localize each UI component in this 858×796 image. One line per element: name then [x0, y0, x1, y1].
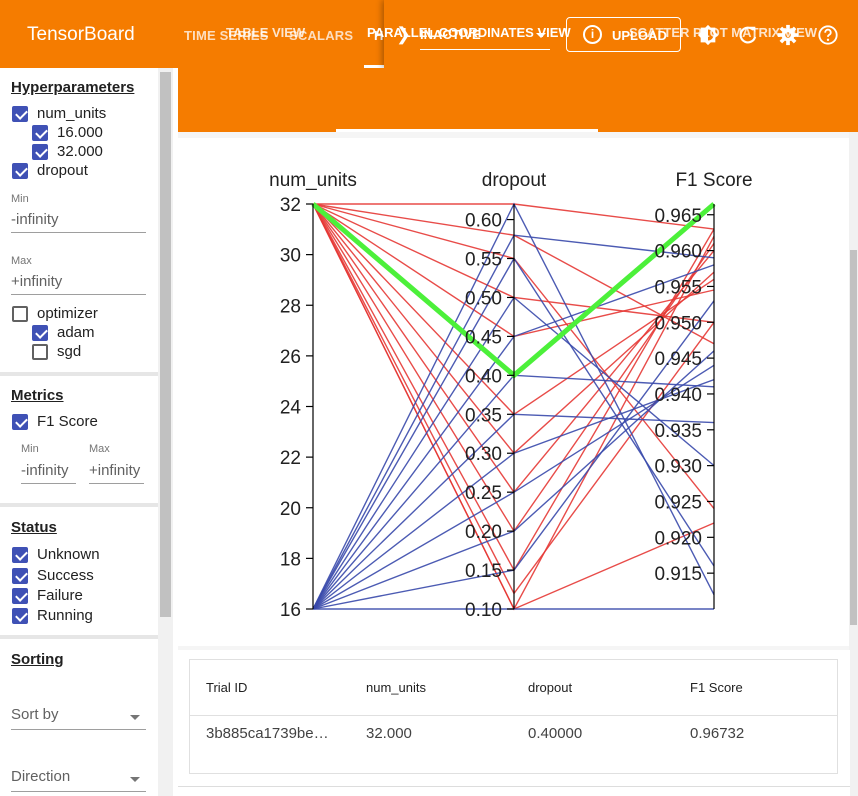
axis-tick-label: 16 [280, 600, 301, 621]
table-cell-dropout: 0.40000 [528, 725, 583, 742]
axis-tick-label: 0.10 [465, 600, 502, 621]
axis-tick-label: 0.60 [465, 211, 502, 232]
axis-tick-label: 0.915 [654, 564, 702, 585]
table-cell-f1-score: 0.96732 [690, 725, 745, 742]
axis-tick-label: 26 [280, 347, 301, 368]
axis-tick-label: 0.960 [654, 242, 702, 263]
axis-tick-label: 32 [280, 195, 301, 216]
table-header-trial-id: Trial ID [206, 680, 248, 695]
axis-tick-label: 0.40 [465, 366, 502, 387]
axis-tick-label: 0.930 [654, 457, 702, 478]
axis-tick-label: 0.45 [465, 327, 502, 348]
axis-tick-label: 22 [280, 448, 301, 469]
axis-tick-label: 0.15 [465, 561, 502, 582]
axis-tick-label: 0.30 [465, 444, 502, 465]
axis-tick-label: 0.965 [654, 206, 702, 227]
axis-title: F1 Score [675, 170, 752, 191]
next-card-edge [178, 786, 850, 796]
axis-tick-label: 0.945 [654, 349, 702, 370]
axis-tick-label: 0.920 [654, 528, 702, 549]
table-header-num-units: num_units [366, 680, 426, 695]
axis-tick-label: 0.25 [465, 483, 502, 504]
table-cell-trial-id[interactable]: 3b885ca1739be… [206, 725, 329, 742]
axis-title: dropout [482, 170, 547, 191]
axis-tick-label: 0.50 [465, 288, 502, 309]
axis-tick-label: 20 [280, 499, 301, 520]
axis-tick-label: 24 [280, 398, 302, 419]
axis-tick-label: 0.955 [654, 277, 702, 298]
axis-tick-label: 0.20 [465, 522, 502, 543]
axis-tick-label: 0.935 [654, 421, 702, 442]
table-cell-num-units: 32.000 [366, 725, 412, 742]
axis-tick-label: 0.925 [654, 492, 702, 513]
axis-tick-label: 0.950 [654, 313, 702, 334]
axis-tick-label: 0.940 [654, 385, 702, 406]
table-header-f1-score: F1 Score [690, 680, 743, 695]
selected-trial-table [189, 659, 838, 774]
axis-tick-label: 0.35 [465, 405, 502, 426]
axis-tick-label: 0.55 [465, 250, 502, 271]
axis-tick-label: 30 [280, 246, 301, 267]
table-row-divider [190, 715, 837, 716]
table-header-dropout: dropout [528, 680, 573, 695]
axis-tick-label: 18 [280, 549, 301, 570]
axis-tick-label: 28 [280, 296, 301, 317]
axis-title: num_units [269, 170, 357, 191]
